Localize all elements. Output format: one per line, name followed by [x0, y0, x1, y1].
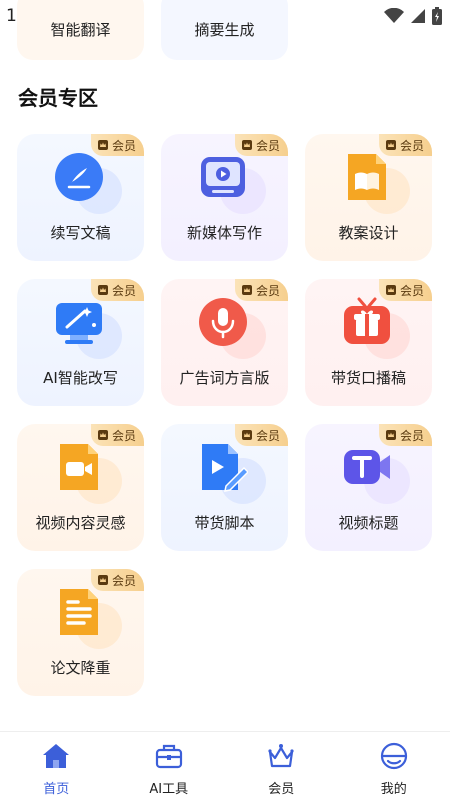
tool-card-label: 新媒体写作 [186, 224, 262, 242]
crown-icon [97, 285, 108, 295]
crown-icon [241, 430, 252, 440]
tool-card-label: 论文降重 [50, 659, 111, 677]
nav-ai-tools-label: AI工具 [149, 782, 189, 797]
crown-icon [385, 430, 396, 440]
nav-member[interactable]: 会员 [225, 732, 338, 800]
crown-icon [268, 744, 294, 768]
status-icons [384, 7, 442, 25]
member-tools-grid: 会员 续写文稿 会员 新媒体写作 会员 教案设计 会员 AI智能改写 会员 广告… [17, 134, 433, 696]
tool-card-ad-dialect[interactable]: 会员 广告词方言版 [161, 279, 288, 406]
tool-card-label: 续写文稿 [50, 224, 111, 242]
wifi-icon [384, 8, 404, 23]
tool-card-paper-rewrite[interactable]: 会员 论文降重 [17, 569, 144, 696]
new-media-video-icon [198, 152, 266, 214]
tool-card-continue-writing[interactable]: 会员 续写文稿 [17, 134, 144, 261]
nav-home-label: 首页 [43, 782, 70, 797]
crown-icon [385, 140, 396, 150]
profile-icon [380, 742, 407, 770]
tool-card-lesson-plan[interactable]: 会员 教案设计 [305, 134, 432, 261]
crown-icon [97, 575, 108, 585]
tool-card-label: 教案设计 [338, 224, 399, 242]
nav-mine-label: 我的 [380, 782, 407, 797]
signal-icon [411, 9, 425, 23]
tool-card-label: 带货脚本 [194, 514, 255, 532]
toolbox-icon [155, 744, 182, 769]
battery-icon [432, 7, 442, 25]
section-title: 会员专区 [18, 86, 98, 110]
tool-card-summary[interactable]: 摘要生成 [161, 0, 288, 60]
nav-ai-tools[interactable]: AI工具 [113, 732, 226, 800]
tool-card-label: 视频内容灵感 [35, 514, 126, 532]
nav-member-label: 会员 [268, 782, 295, 797]
crown-icon [97, 140, 108, 150]
tool-card-label: 智能翻译 [50, 21, 111, 39]
tool-card-video-inspiration[interactable]: 会员 视频内容灵感 [17, 424, 144, 551]
tool-card-label: 带货口播稿 [330, 369, 406, 387]
tool-card-label: 广告词方言版 [179, 369, 270, 387]
tool-card-ai-rewrite[interactable]: 会员 AI智能改写 [17, 279, 144, 406]
tool-card-sales-script[interactable]: 会员 带货脚本 [161, 424, 288, 551]
continue-writing-icon [54, 152, 122, 214]
crown-icon [97, 430, 108, 440]
video-camera-icon [54, 442, 122, 504]
ai-rewrite-monitor-icon [54, 297, 122, 359]
crown-icon [385, 285, 396, 295]
home-icon [43, 744, 70, 768]
tool-card-live-script[interactable]: 会员 带货口播稿 [305, 279, 432, 406]
tool-card-label: AI智能改写 [43, 369, 118, 387]
tool-card-label: 视频标题 [338, 514, 399, 532]
crown-icon [241, 140, 252, 150]
nav-mine[interactable]: 我的 [338, 732, 450, 800]
book-document-icon [342, 152, 410, 214]
tool-card-translate[interactable]: 智能翻译 [17, 0, 144, 60]
tool-card-video-title[interactable]: 会员 视频标题 [305, 424, 432, 551]
bottom-nav: 首页 AI工具 会员 我的 [0, 731, 450, 800]
microphone-icon [198, 297, 266, 359]
crown-icon [241, 285, 252, 295]
nav-home[interactable]: 首页 [0, 732, 113, 800]
tool-card-new-media[interactable]: 会员 新媒体写作 [161, 134, 288, 261]
script-pen-icon [198, 442, 266, 504]
tool-card-label: 摘要生成 [194, 21, 255, 39]
video-title-icon [342, 442, 410, 504]
gift-tv-icon [342, 297, 410, 359]
paper-document-icon [54, 587, 122, 649]
